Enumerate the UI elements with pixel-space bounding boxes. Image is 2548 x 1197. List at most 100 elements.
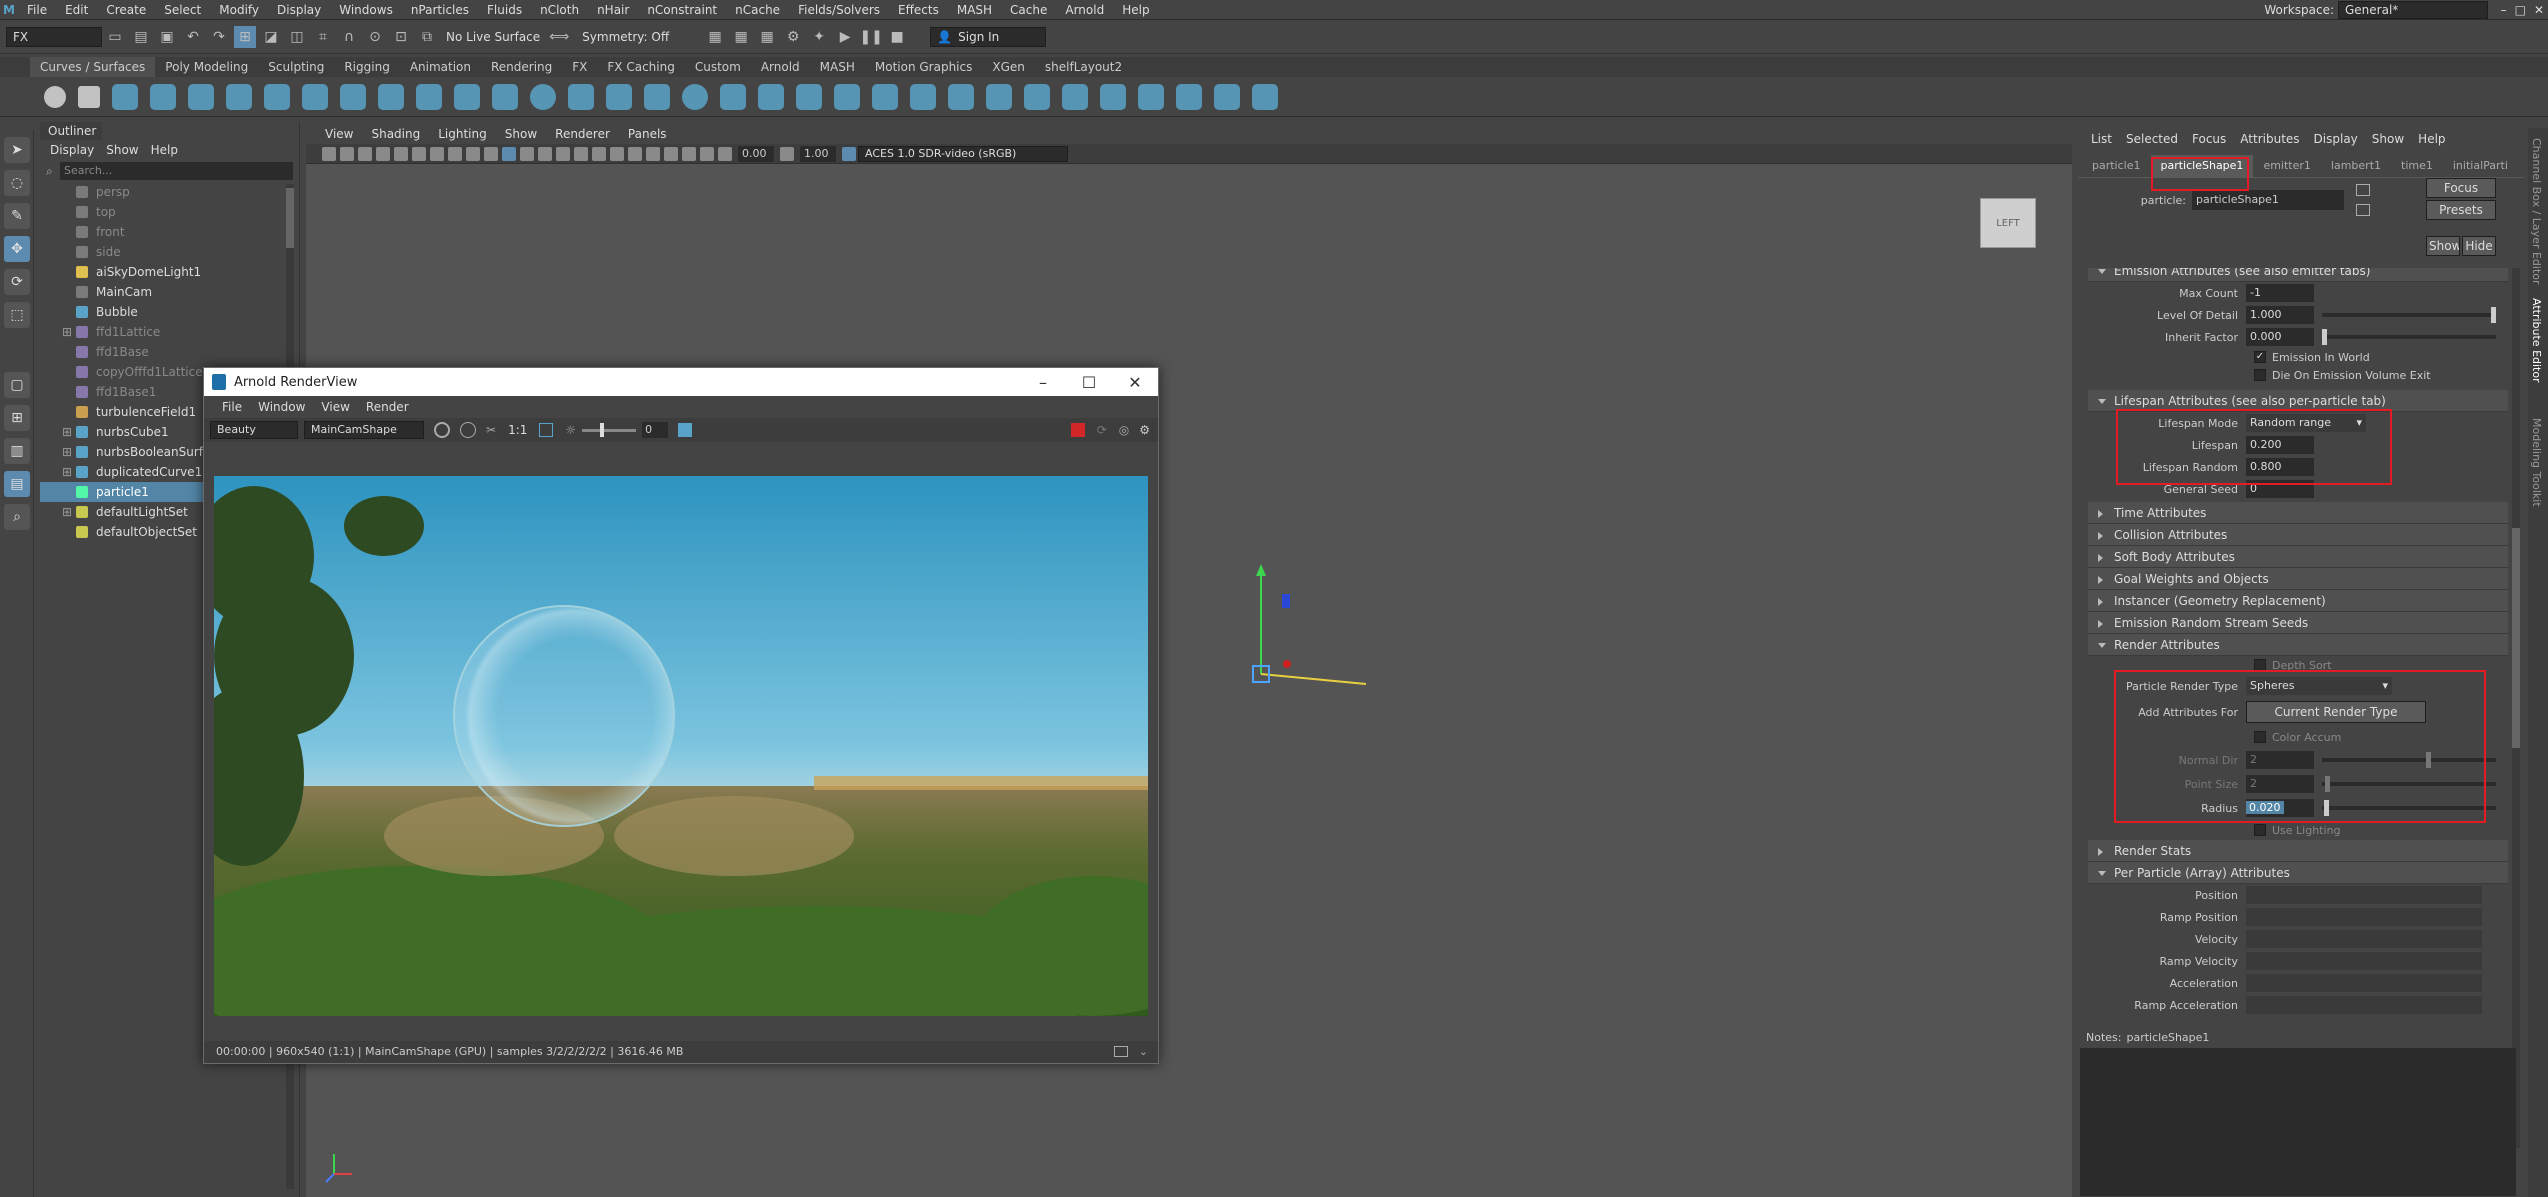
per-particle-field[interactable] xyxy=(2246,952,2482,970)
ae-scrollbar[interactable] xyxy=(2512,268,2520,1148)
select-hierarchy-icon[interactable]: ⊞ xyxy=(234,26,256,48)
aov-dropdown[interactable]: Beauty xyxy=(210,421,298,439)
menu-mash[interactable]: MASH xyxy=(948,0,1001,20)
viewport-menu-view[interactable]: View xyxy=(316,127,362,141)
ae-tab-initialparti[interactable]: initialParti xyxy=(2443,155,2518,177)
save-scene-icon[interactable]: ▣ xyxy=(156,26,178,48)
maximize-icon[interactable]: ☐ xyxy=(1066,368,1112,396)
per-particle-field[interactable] xyxy=(2246,908,2482,926)
square-surface-icon[interactable] xyxy=(986,84,1012,110)
extend-curve-icon[interactable] xyxy=(416,84,442,110)
field-chart-icon[interactable] xyxy=(466,146,480,161)
rebuild-curve-icon[interactable] xyxy=(492,84,518,110)
gamma-field[interactable]: 1.00 xyxy=(800,145,836,162)
loft-icon[interactable] xyxy=(758,84,784,110)
arnold-render-icon[interactable]: ✦ xyxy=(808,26,830,48)
menu-fields-solvers[interactable]: Fields/Solvers xyxy=(789,0,889,20)
snap-point-icon[interactable]: ⊙ xyxy=(364,26,386,48)
viewport-menu-show[interactable]: Show xyxy=(496,127,546,141)
close-icon[interactable]: ✕ xyxy=(1112,368,1158,396)
inherit-factor-field[interactable]: 0.000 xyxy=(2246,328,2314,346)
redo-icon[interactable]: ↷ xyxy=(208,26,230,48)
new-scene-icon[interactable]: ▭ xyxy=(104,26,126,48)
select-camera-icon[interactable] xyxy=(322,146,336,161)
menu-windows[interactable]: Windows xyxy=(330,0,402,20)
exposure-field[interactable]: 0.00 xyxy=(738,145,774,162)
outliner-search-input[interactable]: Search... xyxy=(60,162,293,180)
anti-aliasing-icon[interactable] xyxy=(646,146,660,161)
offset-curve-icon[interactable] xyxy=(454,84,480,110)
section-collapsed[interactable]: Time Attributes xyxy=(2088,502,2508,524)
open-scene-icon[interactable]: ▤ xyxy=(130,26,152,48)
color-management-icon[interactable] xyxy=(842,146,856,161)
film-gate-icon[interactable] xyxy=(412,146,426,161)
outliner-menu-display[interactable]: Display xyxy=(44,143,100,157)
minimize-icon[interactable]: – xyxy=(1020,368,1066,396)
shelf-tab-curves-surfaces[interactable]: Curves / Surfaces xyxy=(30,57,156,77)
menu-modify[interactable]: Modify xyxy=(210,0,268,20)
menu-nhair[interactable]: nHair xyxy=(588,0,638,20)
outliner-item[interactable]: aiSkyDomeLight1 xyxy=(40,262,299,282)
attach-surface-icon[interactable] xyxy=(1176,84,1202,110)
shelf-tab-rendering[interactable]: Rendering xyxy=(481,57,562,77)
inherit-factor-slider[interactable] xyxy=(2322,329,2496,345)
select-object-icon[interactable]: ◪ xyxy=(260,26,282,48)
side-tab[interactable]: Channel Box / Layer Editor xyxy=(2528,128,2545,288)
bezier-curve-icon[interactable] xyxy=(264,84,290,110)
die-on-exit-checkbox[interactable] xyxy=(2254,369,2266,381)
section-collapsed[interactable]: Soft Body Attributes xyxy=(2088,546,2508,568)
live-surface-icon[interactable]: ⧉ xyxy=(416,26,438,48)
workspace-dropdown[interactable]: General* xyxy=(2338,1,2488,19)
untrim-icon[interactable] xyxy=(1138,84,1164,110)
outliner-item[interactable]: persp xyxy=(40,182,299,202)
project-curve-icon[interactable] xyxy=(1024,84,1050,110)
ae-menu-attributes[interactable]: Attributes xyxy=(2233,132,2306,146)
nurbs-circle-icon[interactable] xyxy=(44,86,66,108)
single-layout-icon[interactable]: ▢ xyxy=(4,372,30,398)
per-particle-field[interactable] xyxy=(2246,996,2482,1014)
isolate-select-icon[interactable] xyxy=(664,146,678,161)
ambient-occlusion-icon[interactable] xyxy=(610,146,624,161)
menu-effects[interactable]: Effects xyxy=(889,0,948,20)
sign-in-button[interactable]: 👤 Sign In xyxy=(930,27,1047,47)
ae-menu-display[interactable]: Display xyxy=(2307,132,2365,146)
menu-help[interactable]: Help xyxy=(1113,0,1158,20)
insert-knot-icon[interactable] xyxy=(378,84,404,110)
snap-view-icon[interactable]: ⊡ xyxy=(390,26,412,48)
grid-icon[interactable] xyxy=(394,146,408,161)
select-component-icon[interactable]: ◫ xyxy=(286,26,308,48)
ae-menu-show[interactable]: Show xyxy=(2365,132,2411,146)
render-frame-icon[interactable]: ▦ xyxy=(704,26,726,48)
side-tab[interactable]: Attribute Editor xyxy=(2528,288,2545,408)
xray-joints-icon[interactable] xyxy=(700,146,714,161)
settings-gear-icon[interactable]: ⚙ xyxy=(1139,423,1150,437)
shelf-tab-custom[interactable]: Custom xyxy=(685,57,751,77)
ae-menu-list[interactable]: List xyxy=(2084,132,2119,146)
outliner-item[interactable]: Bubble xyxy=(40,302,299,322)
copy-tab-icon[interactable] xyxy=(2356,204,2370,216)
resolution-gate-icon[interactable] xyxy=(430,146,444,161)
pause-icon[interactable]: ❚❚ xyxy=(859,26,882,48)
outliner-item[interactable]: top xyxy=(40,202,299,222)
ae-menu-help[interactable]: Help xyxy=(2411,132,2452,146)
arnold-renderview-window[interactable]: Arnold RenderView – ☐ ✕ File Window View Re… xyxy=(203,367,1159,1064)
per-particle-field[interactable] xyxy=(2246,886,2482,904)
section-render-stats[interactable]: Render Stats xyxy=(2088,840,2508,862)
show-button[interactable]: Show xyxy=(2426,236,2460,256)
exposure-slider[interactable] xyxy=(582,422,637,437)
expand-icon[interactable]: ⊞ xyxy=(62,502,72,522)
stop-render-icon[interactable] xyxy=(1070,423,1085,437)
planar-icon[interactable] xyxy=(796,84,822,110)
ae-tab-emitter1[interactable]: emitter1 xyxy=(2253,155,2320,177)
ae-tab-particle1[interactable]: particle1 xyxy=(2082,155,2151,177)
section-emission[interactable]: Emission Attributes (see also emitter ta… xyxy=(2088,268,2508,282)
xray-icon[interactable] xyxy=(682,146,696,161)
menu-ncache[interactable]: nCache xyxy=(726,0,789,20)
shelf-tab-shelflayout2[interactable]: shelfLayout2 xyxy=(1035,57,1132,77)
menu-select[interactable]: Select xyxy=(155,0,210,20)
hide-button[interactable]: Hide xyxy=(2462,236,2496,256)
node-name-field[interactable]: particleShape1 xyxy=(2192,190,2344,210)
use-lighting-checkbox[interactable] xyxy=(2254,824,2266,836)
shelf-tab-poly-modeling[interactable]: Poly Modeling xyxy=(155,57,258,77)
menu-nparticles[interactable]: nParticles xyxy=(402,0,478,20)
